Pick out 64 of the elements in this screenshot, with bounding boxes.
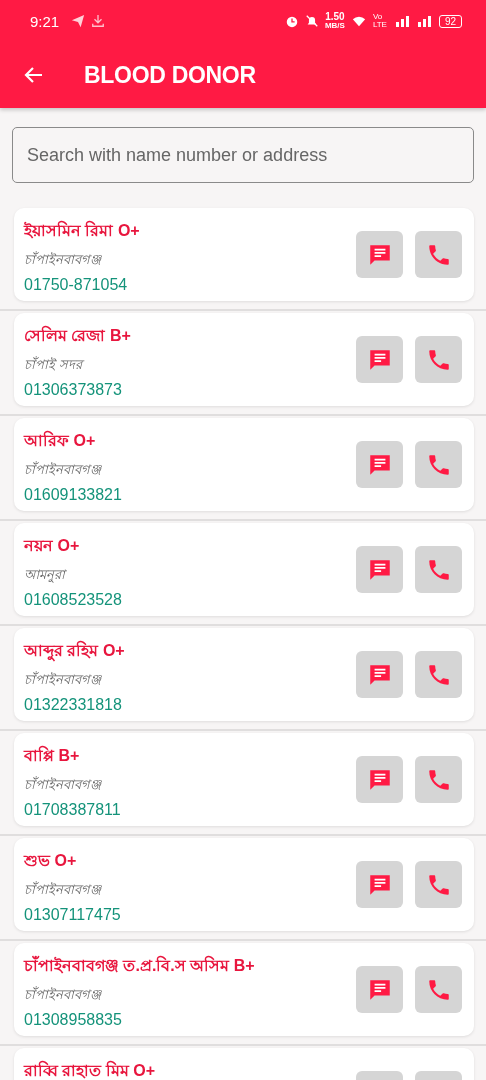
message-button[interactable] xyxy=(356,966,403,1013)
donor-name: বাপ্পি B+ xyxy=(24,744,81,766)
donor-phone: 01708387811 xyxy=(24,801,122,819)
call-button[interactable] xyxy=(415,966,462,1013)
donor-address: চাঁপাইনবাবগঞ্জ xyxy=(24,250,103,269)
call-button[interactable] xyxy=(415,651,462,698)
message-button[interactable] xyxy=(356,441,403,488)
donor-name: চাঁপাইনবাবগঞ্জ ত.প্র.বি.স অসিম B+ xyxy=(24,954,256,976)
signal-icon xyxy=(394,15,411,27)
message-button[interactable] xyxy=(356,336,403,383)
call-button[interactable] xyxy=(415,756,462,803)
donor-address: চাঁপাইনবাবগঞ্জ xyxy=(24,460,103,479)
message-button[interactable] xyxy=(356,231,403,278)
battery-indicator: 92 xyxy=(438,14,462,28)
paper-plane-icon xyxy=(71,14,86,28)
donor-card[interactable]: চাঁপাইনবাবগঞ্জ ত.প্র.বি.স অসিম B+ চাঁপাইনবাবগঞ্জ 01308958835 xyxy=(14,943,474,1036)
status-time: 9:21 xyxy=(30,12,60,30)
message-button[interactable] xyxy=(356,651,403,698)
donor-phone: 01306373873 xyxy=(24,381,123,399)
search-field[interactable]: Search with name number or address xyxy=(12,127,474,183)
donor-card[interactable]: আরিফ O+ চাঁপাইনবাবগঞ্জ 01609133821 xyxy=(14,418,474,511)
app-title: BLOOD DONOR xyxy=(84,61,256,89)
donor-address: চাঁপাইনবাবগঞ্জ xyxy=(24,775,103,794)
donor-name: আব্দুর রহিম O+ xyxy=(24,638,344,665)
call-button[interactable] xyxy=(415,441,462,488)
donor-address: চাঁপাইনবাবগঞ্জ xyxy=(24,985,103,1004)
donor-address: চাঁপাইনবাবগঞ্জ xyxy=(24,880,103,899)
donor-phone: 01307117475 xyxy=(24,906,122,924)
alarm-icon xyxy=(284,14,299,28)
donor-card[interactable]: বাপ্পি B+ চাঁপাইনবাবগঞ্জ 01708387811 xyxy=(14,733,474,826)
donor-phone: 01609133821 xyxy=(24,486,123,504)
donor-phone: 01750-871054 xyxy=(24,276,129,294)
download-icon xyxy=(91,14,106,28)
speed-value: 1.50 xyxy=(325,12,345,22)
message-button[interactable] xyxy=(356,546,403,593)
message-button[interactable] xyxy=(356,861,403,908)
donor-card[interactable]: নয়ন O+ আমনুরা 01608523528 xyxy=(14,523,474,616)
wifi-icon xyxy=(350,14,367,28)
call-button[interactable] xyxy=(415,231,462,278)
donor-phone: 01322331818 xyxy=(24,696,123,714)
signal-icon xyxy=(416,15,433,27)
call-button[interactable] xyxy=(415,336,462,383)
donor-card[interactable]: আব্দুর রহিম O+ চাঁপাইনবাবগঞ্জ 01322331818 xyxy=(14,628,474,721)
donor-name: নয়ন O+ xyxy=(24,536,81,556)
donor-phone: 01608523528 xyxy=(24,591,123,609)
call-button[interactable] xyxy=(415,861,462,908)
message-button[interactable] xyxy=(356,756,403,803)
donor-card[interactable]: শুভ O+ চাঁপাইনবাবগঞ্জ 01307117475 xyxy=(14,838,474,931)
donor-name: ইয়াসমিন রিমা O+ xyxy=(24,219,141,241)
donor-card[interactable]: ইয়াসমিন রিমা O+ চাঁপাইনবাবগঞ্জ 01750-871054 xyxy=(14,208,474,301)
donor-name: সেলিম রেজা B+ xyxy=(24,324,132,346)
donor-address: চাঁপাইনবাবগঞ্জ xyxy=(24,670,103,689)
network-label: Vo LTE xyxy=(372,13,388,29)
call-button[interactable] xyxy=(415,546,462,593)
donor-name: আরিফ O+ xyxy=(24,429,97,451)
muted-bell-icon xyxy=(304,14,319,28)
donor-card[interactable]: সেলিম রেজা B+ চাঁপাই সদর 01306373873 xyxy=(14,313,474,406)
donor-card[interactable]: রাব্বি রাহাত মিম O+ xyxy=(14,1048,474,1080)
donor-name: শুভ O+ xyxy=(24,851,78,871)
speed-unit: MB/S xyxy=(324,22,345,30)
donor-phone: 01308958835 xyxy=(24,1011,123,1029)
donor-address: চাঁপাই সদর xyxy=(24,355,344,376)
donor-name: রাব্বি রাহাত মিম O+ xyxy=(24,1059,157,1080)
donor-address: আমনুরা xyxy=(24,566,68,585)
